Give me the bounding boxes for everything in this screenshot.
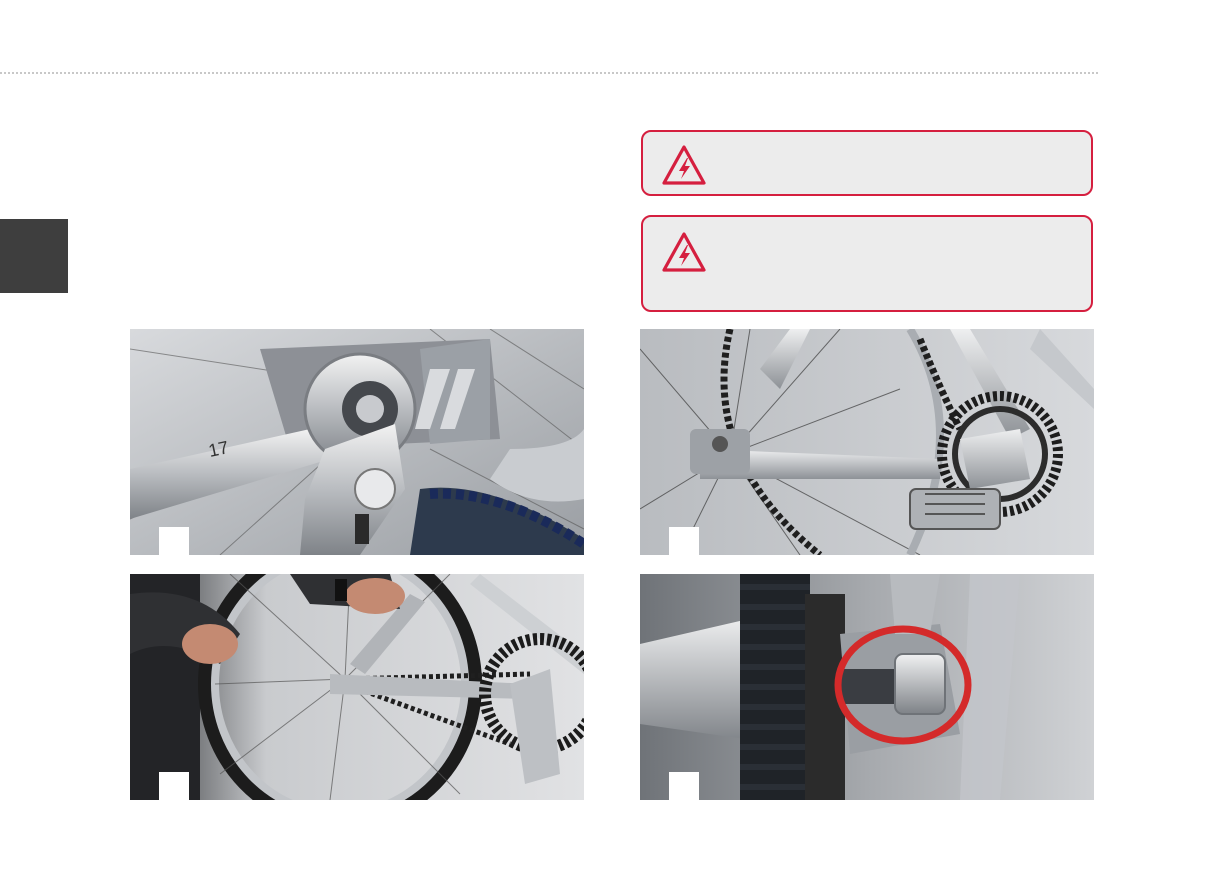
step-label-2 [669,527,699,555]
wrench-size-marking: 17 [207,437,231,461]
step-label-3 [159,772,189,800]
photo-removing-rear-wheel [130,574,584,800]
section-tab [0,219,68,293]
high-voltage-warning-icon [662,145,706,185]
step-label-1 [159,527,189,555]
high-voltage-warning-icon [662,232,706,272]
header-dotted-rule [0,72,1098,74]
warning-box-1 [641,130,1093,196]
photo-axle-nut-detail [640,574,1094,800]
step-label-4 [669,772,699,800]
photo-wrench-on-axle: 17 [130,329,584,555]
warning-box-2 [641,215,1093,312]
photo-rear-wheel-belt-drive [640,329,1094,555]
